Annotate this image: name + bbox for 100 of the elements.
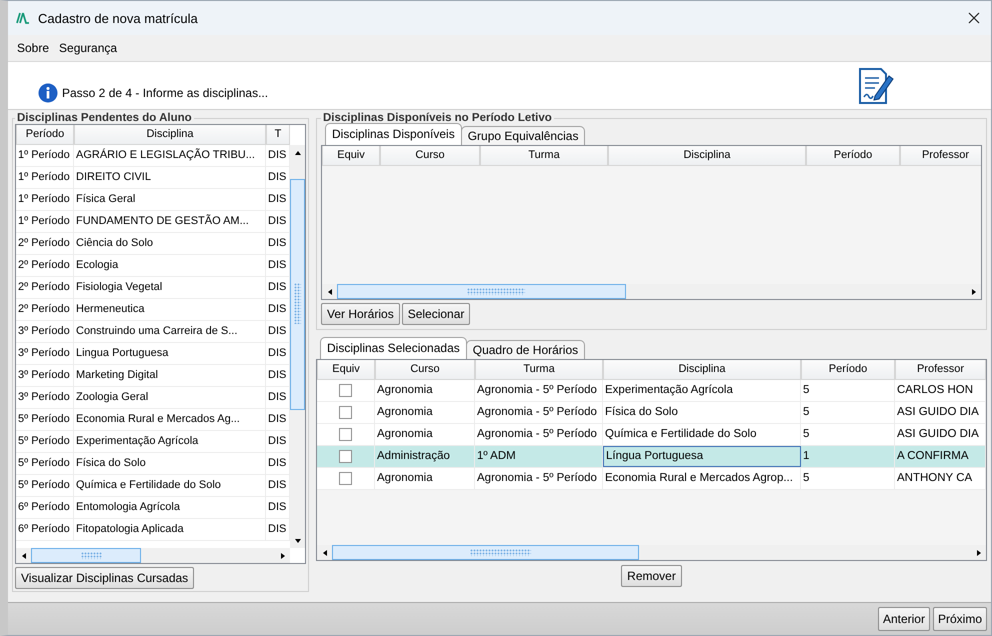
column-header[interactable]: Período (16, 125, 74, 145)
table-cell: Administração (375, 446, 475, 467)
table-cell: Química e Fertilidade do Solo (603, 424, 801, 445)
table-cell: Língua Portuguesa (603, 446, 801, 467)
view-courses-button[interactable]: Visualizar Disciplinas Cursadas (15, 567, 194, 589)
table-cell: Agronomia - 5º Período (475, 424, 603, 445)
table-cell: ASI GUIDO DIA (895, 402, 986, 423)
column-header[interactable]: Curso (380, 146, 480, 166)
column-header[interactable]: Turma (480, 146, 608, 166)
table-row[interactable]: Agronomia Agronomia - 5º Período Experimentação Agrícola 5 CARLOS HON (317, 380, 986, 402)
table-row[interactable]: Agronomia Agronomia - 5º Período Economia Rural e Mercados Agrop... 5 ANTHONY CA (317, 468, 986, 490)
table-cell: Hermeneutica (74, 299, 266, 320)
column-header[interactable]: Curso (375, 360, 475, 380)
table-row[interactable]: Agronomia Agronomia - 5º Período Química e Fertilidade do Solo 5 ASI GUIDO DIA (317, 424, 986, 446)
table-cell: Economia Rural e Mercados Agrop... (603, 468, 801, 489)
table-cell: 5º Período (16, 409, 74, 430)
table-row[interactable]: Administração 1º ADM Língua Portuguesa 1 A CONFIRMA (317, 446, 986, 468)
table-cell: 2º Período (16, 233, 74, 254)
column-header[interactable]: Disciplina (603, 360, 801, 380)
scrollbar-thumb[interactable] (290, 178, 305, 410)
table-cell: Economia Rural e Mercados Ag... (74, 409, 266, 430)
table-cell: Agronomia (375, 380, 475, 401)
column-header[interactable]: Equiv (322, 146, 380, 166)
table-cell: 2º Período (16, 255, 74, 276)
table-cell: 3º Período (16, 365, 74, 386)
table-cell: 5 (801, 402, 895, 423)
column-header[interactable]: Disciplina (608, 146, 806, 166)
column-header[interactable]: Disciplina (74, 125, 266, 145)
table-cell: 1º Período (16, 211, 74, 232)
checkbox[interactable] (339, 384, 352, 397)
table-row[interactable]: Agronomia Agronomia - 5º Período Física do Solo 5 ASI GUIDO DIA (317, 402, 986, 424)
scrollbar-thumb[interactable] (337, 284, 626, 299)
tab[interactable]: Quadro de Horários (466, 340, 586, 359)
scrollbar-thumb[interactable] (332, 545, 639, 560)
nav-button[interactable]: Próximo (932, 607, 987, 631)
table-cell: Química e Fertilidade do Solo (74, 475, 266, 496)
action-button[interactable]: Selecionar (402, 303, 470, 325)
checkbox[interactable] (339, 406, 352, 419)
table-cell: A CONFIRMA (895, 446, 986, 467)
column-header[interactable]: Professor (900, 146, 981, 166)
checkbox[interactable] (339, 428, 352, 441)
table-cell: Agronomia - 5º Período (475, 402, 603, 423)
window-title: Cadastro de nova matrícula (38, 10, 199, 26)
column-header[interactable]: T (266, 125, 290, 145)
table-cell: 3º Período (16, 343, 74, 364)
table-cell: DIREITO CIVIL (74, 167, 266, 188)
table-cell: Física do Solo (74, 453, 266, 474)
table-cell: 5 (801, 380, 895, 401)
checkbox[interactable] (339, 450, 352, 463)
table-cell: Ciência do Solo (74, 233, 266, 254)
group-title: Disciplinas Pendentes do Aluno (16, 112, 193, 124)
table-cell: Lingua Portuguesa (74, 343, 266, 364)
table-cell: Agronomia - 5º Período (475, 468, 603, 489)
table-cell: FUNDAMENTO DE GESTÃO AM... (74, 211, 266, 232)
step-text: Passo 2 de 4 - Informe as disciplinas... (62, 85, 268, 102)
table-cell: 1 (801, 446, 895, 467)
action-button[interactable]: Ver Horários (321, 303, 400, 325)
table-cell: 6º Período (16, 519, 74, 540)
remove-button[interactable]: Remover (621, 565, 682, 587)
table-cell: 1º Período (16, 189, 74, 210)
table-cell: Agronomia - 5º Período (475, 380, 603, 401)
table-cell: 1º ADM (475, 446, 603, 467)
column-header[interactable]: Turma (475, 360, 603, 380)
table-cell: CARLOS HON (895, 380, 986, 401)
table-cell: Fitopatologia Aplicada (74, 519, 266, 540)
table-cell: Experimentação Agrícola (74, 431, 266, 452)
tab[interactable]: Disciplinas Disponíveis (325, 123, 462, 145)
table-cell: 1º Período (16, 167, 74, 188)
close-icon[interactable] (968, 12, 980, 24)
table-cell: 2º Período (16, 277, 74, 298)
table-cell: 1º Período (16, 145, 74, 166)
table-cell: Física Geral (74, 189, 266, 210)
table-cell: Entomologia Agrícola (74, 497, 266, 518)
menu-item[interactable]: Sobre (12, 41, 54, 55)
table-cell: Agronomia (375, 424, 475, 445)
info-icon (38, 83, 58, 103)
column-header[interactable]: Período (806, 146, 900, 166)
column-header[interactable]: Período (801, 360, 895, 380)
checkbox[interactable] (339, 472, 352, 485)
column-header[interactable]: Professor (895, 360, 986, 380)
horizontal-scrollbar[interactable] (16, 548, 290, 563)
horizontal-scrollbar[interactable] (322, 284, 981, 299)
menu-item[interactable]: Segurança (54, 41, 122, 55)
table-cell: Experimentação Agrícola (603, 380, 801, 401)
table-cell: Marketing Digital (74, 365, 266, 386)
nav-button[interactable]: Anterior (878, 607, 930, 631)
table-cell: Zoologia Geral (74, 387, 266, 408)
group-title: Disciplinas Disponíveis no Período Letivo (322, 112, 553, 124)
tab[interactable]: Grupo Equivalências (460, 126, 586, 145)
horizontal-scrollbar[interactable] (317, 545, 986, 560)
table-cell: 2º Período (16, 299, 74, 320)
column-header[interactable]: Equiv (317, 360, 375, 380)
tab[interactable]: Disciplinas Selecionadas (320, 337, 467, 359)
table-cell: AGRÁRIO E LEGISLAÇÃO TRIBU... (74, 145, 266, 166)
scrollbar-thumb[interactable] (31, 548, 141, 563)
table-cell: Agronomia (375, 468, 475, 489)
table-cell: 5º Período (16, 453, 74, 474)
table-cell: 5º Período (16, 475, 74, 496)
vertical-scrollbar[interactable] (290, 145, 305, 548)
table-cell: 6º Período (16, 497, 74, 518)
